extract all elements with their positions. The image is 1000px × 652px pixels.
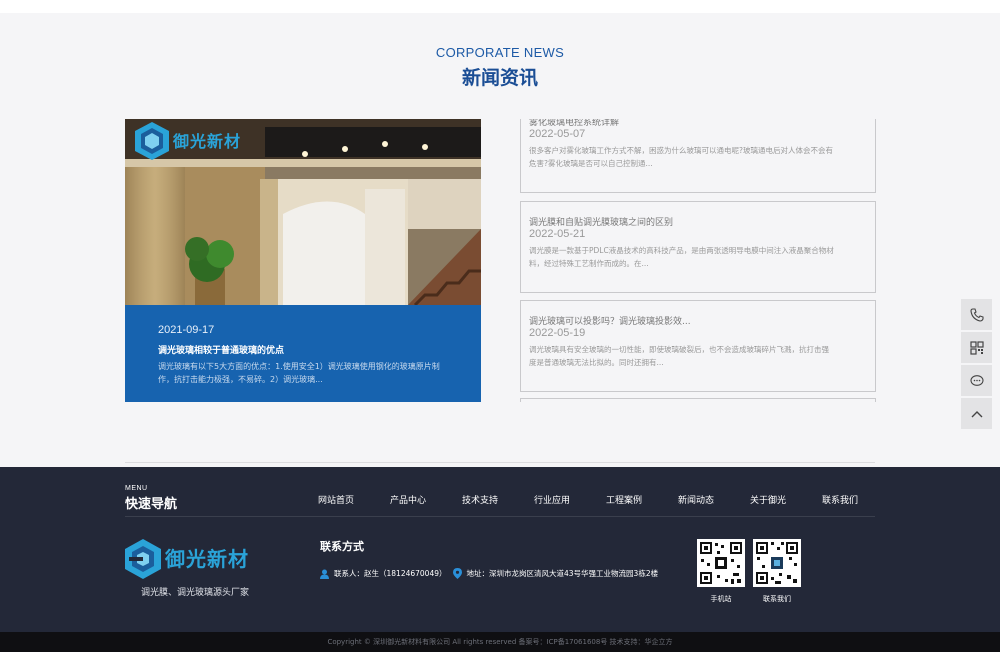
footer-divider xyxy=(125,516,875,517)
news-item-desc: 调光膜是一款基于PDLC液晶技术的高科技产品，是由两张透明导电膜中间注入液晶聚合… xyxy=(529,246,834,268)
featured-news-card[interactable]: 御光新材 2021-09-17 调光玻璃相较于普通玻璃的优点 调光玻璃有以下5大… xyxy=(125,119,481,402)
news-section: CORPORATE NEWS 新闻资讯 御光新材 2021-09-17 调光玻璃… xyxy=(0,13,1000,467)
phone-icon xyxy=(969,307,984,322)
nav-support[interactable]: 技术支持 xyxy=(444,493,516,506)
footer-logo[interactable]: 御光新材 xyxy=(125,537,265,581)
qr-contact-label: 联系我们 xyxy=(763,595,791,603)
image-logo-text: 御光新材 xyxy=(173,132,242,151)
news-item-desc: 调光玻璃具有安全玻璃的一切性能，即使玻璃破裂后，也不会造成玻璃碎片飞溅，抗打击强… xyxy=(529,345,829,367)
news-item-title[interactable]: 调光玻璃可以投影吗？调光玻璃投影效... xyxy=(529,314,691,327)
featured-news-info: 2021-09-17 调光玻璃相较于普通玻璃的优点 调光玻璃有以下5大方面的优点… xyxy=(125,305,481,402)
news-item-desc: 很多客户对雾化玻璃工作方式不解，困惑为什么玻璃可以通电呢?玻璃通电后对人体会不会… xyxy=(529,146,833,168)
footer-nav: 网站首页 产品中心 技术支持 行业应用 工程案例 新闻动态 关于御光 联系我们 xyxy=(300,493,876,506)
featured-news-image[interactable]: 御光新材 xyxy=(125,119,481,305)
qr-contact: 联系我们 xyxy=(752,539,802,604)
contact-person: 联系人：赵生（18124670049） xyxy=(334,569,447,578)
back-to-top-icon xyxy=(971,410,982,417)
contact-info: 联系人：赵生（18124670049） 地址：深圳市龙岗区清风大道43号华强工业… xyxy=(320,568,658,579)
contact-address: 地址：深圳市龙岗区清风大道43号华强工业物流园3栋2楼 xyxy=(466,569,659,578)
news-item-date: 2022-05-07 xyxy=(529,128,586,140)
person-icon xyxy=(320,569,329,579)
qr-mobile-label: 手机站 xyxy=(710,595,732,603)
side-toolbar xyxy=(961,299,992,431)
section-divider xyxy=(125,462,875,463)
nav-news[interactable]: 新闻动态 xyxy=(660,493,732,506)
chat-icon xyxy=(969,374,984,386)
footer-slogan: 调光膜、调光玻璃源头厂家 xyxy=(140,588,249,598)
nav-products[interactable]: 产品中心 xyxy=(372,493,444,506)
phone-button[interactable] xyxy=(961,299,992,330)
qrcode-button[interactable] xyxy=(961,332,992,363)
section-title: 新闻资讯 xyxy=(461,67,538,89)
news-item-date: 2022-05-21 xyxy=(529,228,586,240)
section-title-en: CORPORATE NEWS xyxy=(435,45,565,60)
featured-news-title[interactable]: 调光玻璃相较于普通玻璃的优点 xyxy=(158,343,284,356)
location-icon xyxy=(452,568,462,579)
news-item-title[interactable]: 调光膜和自贴调光膜玻璃之间的区别 xyxy=(529,215,673,228)
nav-cases[interactable]: 工程案例 xyxy=(588,493,660,506)
news-item[interactable]: 雾化玻璃电控系统详解 2022-05-07 很多客户对雾化玻璃工作方式不解，困惑… xyxy=(520,119,876,193)
contact-title: 联系方式 xyxy=(320,540,364,553)
menu-label-en: MENU xyxy=(125,485,148,492)
chat-button[interactable] xyxy=(961,365,992,396)
nav-home[interactable]: 网站首页 xyxy=(300,493,372,506)
nav-about[interactable]: 关于御光 xyxy=(732,493,804,506)
qrcode-mobile-icon xyxy=(697,539,745,587)
qr-mobile: 手机站 xyxy=(696,539,746,604)
news-item-date: 2022-05-19 xyxy=(529,327,586,339)
brand-logo-icon xyxy=(125,539,161,579)
featured-news-desc: 调光玻璃有以下5大方面的优点：1.使用安全1）调光玻璃使用钢化的玻璃原片制作，抗… xyxy=(158,362,440,384)
footer-logo-text: 御光新材 xyxy=(165,547,249,571)
qrcode-icon xyxy=(969,340,984,355)
nav-applications[interactable]: 行业应用 xyxy=(516,493,588,506)
featured-news-date: 2021-09-17 xyxy=(158,324,215,336)
news-item-title[interactable]: 雾化玻璃电控系统详解 xyxy=(529,119,619,128)
nav-contact[interactable]: 联系我们 xyxy=(804,493,876,506)
menu-label: 快速导航 xyxy=(125,497,178,512)
back-to-top-button[interactable] xyxy=(961,398,992,429)
qrcode-contact-icon xyxy=(753,539,801,587)
news-item[interactable]: 调光玻璃可以投影吗？调光玻璃投影效... 2022-05-19 调光玻璃具有安全… xyxy=(520,300,876,392)
news-item[interactable] xyxy=(520,398,876,402)
copyright-bar: Copyright © 深圳御光新材料有限公司 All rights reser… xyxy=(0,632,1000,652)
news-list[interactable]: 雾化玻璃电控系统详解 2022-05-07 很多客户对雾化玻璃工作方式不解，困惑… xyxy=(520,119,876,402)
news-item[interactable]: 调光膜和自贴调光膜玻璃之间的区别 2022-05-21 调光膜是一款基于PDLC… xyxy=(520,201,876,293)
footer: MENU 快速导航 网站首页 产品中心 技术支持 行业应用 工程案例 新闻动态 … xyxy=(0,467,1000,632)
top-bar xyxy=(0,0,1000,13)
